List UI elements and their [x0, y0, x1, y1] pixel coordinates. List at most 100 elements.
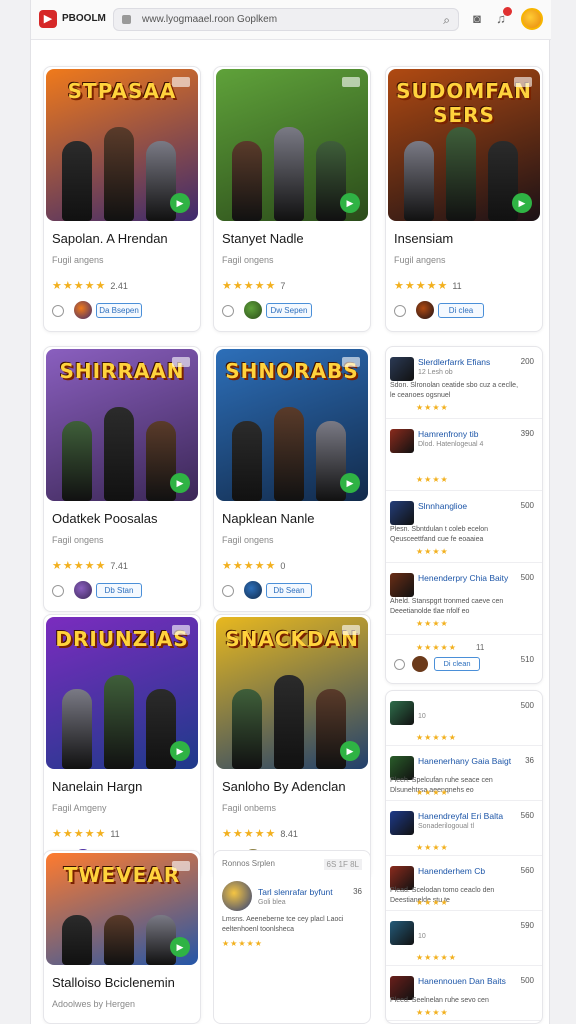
side-list-item[interactable]: 10 ★★★★★ 590	[386, 911, 542, 966]
game-title[interactable]: Sapolan. A Hrendan	[52, 231, 168, 246]
side-item-thumb[interactable]	[390, 921, 414, 945]
game-card[interactable]: DRIUNZIAS ▶ Nanelain Hargn Fagil Amgeny ★★★★…	[43, 614, 201, 880]
game-title[interactable]: Stalloiso Bciclenemin	[52, 975, 175, 990]
game-thumbnail[interactable]: TWEVEAR ▶	[46, 853, 198, 965]
play-icon[interactable]: ▶	[340, 193, 360, 213]
rating-score: 0	[280, 561, 286, 571]
game-card[interactable]: STPASAA ▶ Sapolan. A Hrendan Fugil angens ★★…	[43, 66, 201, 332]
game-title[interactable]: Stanyet Nadle	[222, 231, 304, 246]
select-radio[interactable]	[394, 305, 406, 317]
side-list-item[interactable]: 10 ★★★★★ 500	[386, 691, 542, 746]
select-radio[interactable]	[52, 585, 64, 597]
side-item-thumb[interactable]	[390, 701, 414, 725]
side-item-thumb[interactable]	[390, 429, 414, 453]
side-item-title[interactable]: Hamrenfrony tib	[418, 429, 478, 439]
side-item-count: 560	[520, 811, 534, 820]
url-text[interactable]: www.lyogmaael.roon Goplkem	[142, 14, 277, 25]
open-button[interactable]: Dw Sepen	[266, 303, 312, 318]
game-title[interactable]: Napklean Nanle	[222, 511, 315, 526]
footer-radio[interactable]	[394, 659, 405, 670]
side-item-title[interactable]: Henenderpry Chia Baity	[418, 573, 508, 583]
side-item-stars: ★★★★	[416, 403, 449, 412]
game-title[interactable]: Odatkek Poosalas	[52, 511, 158, 526]
side-item-stars: ★★★★	[416, 1008, 449, 1017]
side-list-item[interactable]: Hanenderhem Cb Plead. Scelodan tomo ceacl…	[386, 856, 542, 911]
side-item-title[interactable]: Hanendreyfal Eri Balta	[418, 811, 503, 821]
game-subtitle: Fagil ongens	[52, 535, 104, 545]
game-card[interactable]: SHNORABS ▶ Napklean Nanle Fagil ongens ★★★★★…	[213, 346, 371, 612]
select-radio[interactable]	[222, 585, 234, 597]
recommend-item-stars: ★★★★★	[222, 939, 263, 948]
play-icon[interactable]: ▶	[340, 473, 360, 493]
play-icon[interactable]: ▶	[512, 193, 532, 213]
side-item-thumb[interactable]	[390, 573, 414, 597]
game-thumbnail[interactable]: ▶	[216, 69, 368, 221]
select-radio[interactable]	[52, 305, 64, 317]
side-list-item[interactable]: Hanendreyfal Eri Balta Sonaderilogoual tl…	[386, 801, 542, 856]
play-icon[interactable]: ▶	[170, 937, 190, 957]
footer-stars: ★★★★★	[416, 643, 457, 652]
character-figure	[104, 407, 134, 501]
play-icon[interactable]: ▶	[340, 741, 360, 761]
game-thumbnail[interactable]: DRIUNZIAS ▶	[46, 617, 198, 769]
corner-badge	[172, 861, 190, 871]
game-thumbnail[interactable]: SHIRRAAN ▶	[46, 349, 198, 501]
side-list-item[interactable]: Hamrenfrony tib Dlod. Hatenlogeual 4 ★★★★ 3…	[386, 419, 542, 491]
game-card[interactable]: SHIRRAAN ▶ Odatkek Poosalas Fagil ongens ★★★…	[43, 346, 201, 612]
side-list-item[interactable]: Slerdlerfarrk Efians 12 Lesh ob Sdon. Slro…	[386, 347, 542, 419]
footer-num: 510	[520, 655, 534, 664]
side-item-stars: ★★★★	[416, 619, 449, 628]
game-card[interactable]: SNACKDAN ▶ Sanloho By Adenclan Fagil onbems…	[213, 614, 371, 880]
game-subtitle: Fagil Amgeny	[52, 803, 107, 813]
search-icon[interactable]: ⌕	[443, 13, 450, 28]
game-subtitle: Fagil ongens	[222, 535, 274, 545]
open-button[interactable]: Da Bsepen	[96, 303, 142, 318]
side-panel-bottom: 10 ★★★★★ 500 Hanenerhany Gaia Baigt Pleeh. S…	[385, 690, 543, 1024]
side-item-title[interactable]: Slerdlerfarrk Efians	[418, 357, 490, 367]
side-list-item[interactable]: Hanennouen Dan Baits Pleed. Seelnelan ruh…	[386, 966, 542, 1021]
open-button[interactable]: Di clea	[438, 303, 484, 318]
side-item-stars: ★★★★	[416, 788, 449, 797]
game-card[interactable]: TWEVEAR ▶ Stalloiso Bciclenemin Adoolwes by…	[43, 850, 201, 1024]
open-button[interactable]: Db Sean	[266, 583, 312, 598]
profile-avatar[interactable]	[521, 8, 543, 30]
side-list-item[interactable]: Slnnhanglioe Plesn. Sbntdulan t coleb ece…	[386, 491, 542, 563]
footer-button[interactable]: Di clean	[434, 657, 480, 671]
side-item-description: Plesn. Sbntdulan t coleb ecelon Qeusceet…	[390, 526, 489, 543]
brand-logo-icon[interactable]: ▶	[39, 10, 57, 28]
camera-icon[interactable]: ◙	[469, 11, 485, 27]
side-list-item[interactable]: Hanenerhany Gaia Baigt Pleeh. Spelcufan r…	[386, 746, 542, 801]
recommend-thumb[interactable]	[222, 881, 252, 911]
bell-icon[interactable]: ♫	[493, 7, 512, 27]
url-bar[interactable]: www.lyogmaael.roon Goplkem ⌕	[113, 8, 459, 31]
play-icon[interactable]: ▶	[170, 193, 190, 213]
side-item-thumb[interactable]	[390, 501, 414, 525]
side-item-thumb[interactable]	[390, 811, 414, 835]
game-thumbnail[interactable]: SNACKDAN ▶	[216, 617, 368, 769]
game-title[interactable]: Insensiam	[394, 231, 453, 246]
game-thumbnail[interactable]: SUDOMFAN SERS ▶	[388, 69, 540, 221]
game-thumbnail[interactable]: SHNORABS ▶	[216, 349, 368, 501]
side-item-count: 500	[520, 501, 534, 510]
side-item-title[interactable]: Hanenerhany Gaia Baigt	[418, 756, 511, 766]
character-figure	[104, 127, 134, 221]
select-radio[interactable]	[222, 305, 234, 317]
side-list-item[interactable]: Henenderpry Chia Baity Aheld. Stanspgrt t…	[386, 563, 542, 635]
side-item-thumb[interactable]	[390, 357, 414, 381]
open-button[interactable]: Db Stan	[96, 583, 142, 598]
game-title[interactable]: Sanloho By Adenclan	[222, 779, 346, 794]
side-item-count: 500	[520, 573, 534, 582]
character-figure	[404, 141, 434, 221]
game-card[interactable]: SUDOMFAN SERS ▶ Insensiam Fugil angens ★★★★★…	[385, 66, 543, 332]
game-card[interactable]: ▶ Stanyet Nadle Fagil ongens ★★★★★ 7 Dw Sepen	[213, 66, 371, 332]
side-item-title[interactable]: Slnnhanglioe	[418, 501, 467, 511]
play-icon[interactable]: ▶	[170, 473, 190, 493]
side-item-title[interactable]: Hanenderhem Cb	[418, 866, 485, 876]
recommend-item-title[interactable]: Tarl slenrafar byfunt	[258, 887, 333, 897]
side-item-title[interactable]: Hanennouen Dan Baits	[418, 976, 506, 986]
game-thumbnail[interactable]: STPASAA ▶	[46, 69, 198, 221]
play-icon[interactable]: ▶	[170, 741, 190, 761]
creator-avatar	[244, 301, 262, 319]
game-title[interactable]: Nanelain Hargn	[52, 779, 142, 794]
character-figure	[232, 689, 262, 769]
